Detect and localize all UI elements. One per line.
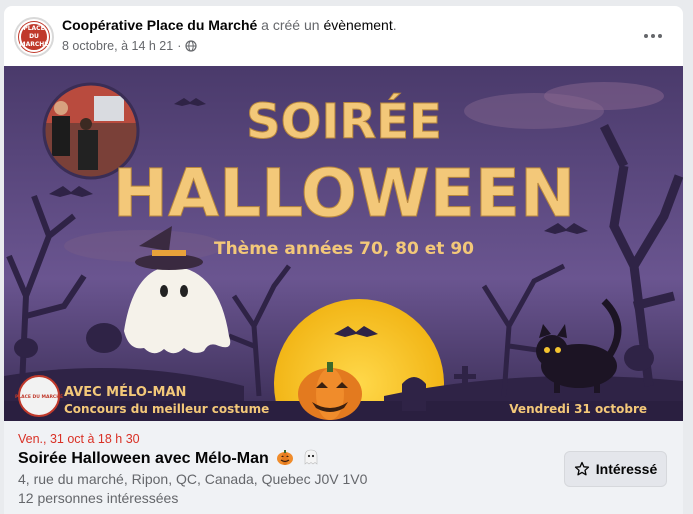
meta-separator: · (177, 39, 182, 53)
poster-theme: Thème années 70, 80 et 90 (214, 239, 474, 259)
event-link[interactable]: évènement (323, 17, 392, 33)
post-card: PLACE DU MARCHÉ Coopérative Place du Mar… (4, 6, 683, 514)
post-header: PLACE DU MARCHÉ Coopérative Place du Mar… (4, 6, 683, 66)
post-timestamp[interactable]: 8 octobre, à 14 h 21 (62, 39, 173, 53)
event-date: Ven., 31 oct à 18 h 30 (18, 432, 140, 446)
event-title-text: Soirée Halloween avec Mélo-Man (18, 450, 269, 467)
action-period: . (392, 17, 397, 33)
more-horizontal-icon (644, 34, 662, 38)
more-options-button[interactable] (641, 24, 665, 48)
page-avatar[interactable]: PLACE DU MARCHÉ (14, 17, 54, 57)
event-cover-image[interactable]: SOIRÉE HALLOWEEN Thème années 70, 80 et … (4, 66, 683, 421)
post-title-line: Coopérative Place du Marché a créé un év… (62, 17, 397, 33)
star-icon (574, 461, 589, 476)
action-text: a créé un (257, 17, 324, 33)
interested-button-label: Intéressé (595, 461, 658, 477)
post-meta: 8 octobre, à 14 h 21 · (62, 39, 197, 53)
interested-button[interactable]: Intéressé (564, 451, 667, 487)
poster-line1: SOIRÉE (246, 93, 442, 150)
page-name-link[interactable]: Coopérative Place du Marché (62, 17, 257, 33)
ghost-emoji-icon (304, 449, 317, 465)
event-title[interactable]: Soirée Halloween avec Mélo-Man (18, 448, 320, 468)
globe-icon (185, 40, 197, 52)
pumpkin-emoji-icon (277, 450, 294, 465)
avatar-logo: PLACE DU MARCHÉ (19, 22, 49, 52)
poster-date: Vendredi 31 octobre (509, 402, 647, 416)
halloween-poster: SOIRÉE HALLOWEEN Thème années 70, 80 et … (4, 66, 683, 421)
poster-contest: Concours du meilleur costume (64, 402, 269, 416)
event-address: 4, rue du marché, Ripon, QC, Canada, Que… (18, 471, 368, 487)
event-info[interactable]: Ven., 31 oct à 18 h 30 Soirée Halloween … (4, 421, 683, 514)
poster-line2: HALLOWEEN (113, 155, 575, 232)
poster-host: AVEC MÉLO-MAN (64, 384, 186, 400)
interested-count: 12 personnes intéressées (18, 490, 179, 506)
